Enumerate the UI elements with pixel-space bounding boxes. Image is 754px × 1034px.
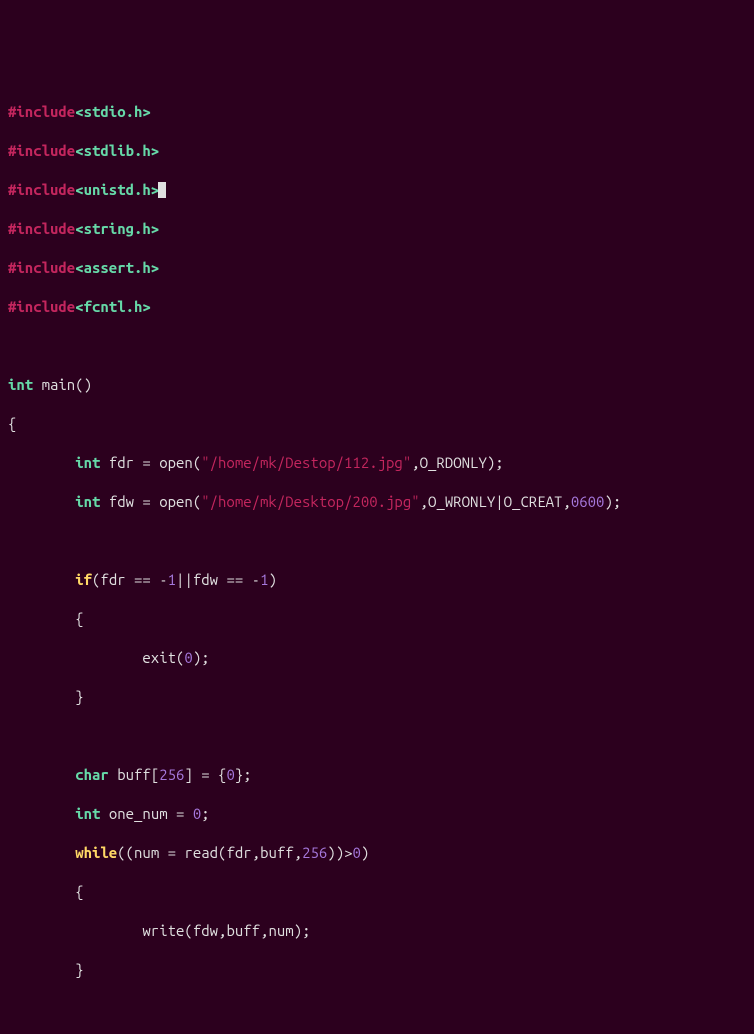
code-line: { xyxy=(8,609,746,629)
blank-line xyxy=(8,726,746,746)
type-keyword: int xyxy=(75,805,100,822)
type-keyword: int xyxy=(8,376,33,393)
code-line: if(fdr == -1||fdw == -1) xyxy=(8,570,746,590)
brace-open: { xyxy=(75,883,83,900)
code-line: #include<stdlib.h> xyxy=(8,141,746,161)
type-keyword: char xyxy=(75,766,109,783)
control-keyword: while xyxy=(75,844,117,861)
func-call: open xyxy=(159,454,193,471)
func-call: open xyxy=(159,493,193,510)
func-call: exit xyxy=(142,649,176,666)
preproc-directive: #include xyxy=(8,220,75,237)
include-header: <unistd.h> xyxy=(75,181,159,198)
constant: O_RDONLY xyxy=(420,454,487,471)
preproc-directive: #include xyxy=(8,103,75,120)
number-literal: 0600 xyxy=(571,493,605,510)
parens: () xyxy=(75,376,92,393)
code-line: exit(0); xyxy=(8,648,746,668)
brace-open: { xyxy=(75,610,83,627)
code-line: int main() xyxy=(8,375,746,395)
string-literal: "/home/mk/Destop/112.jpg" xyxy=(201,454,411,471)
code-line: int fdr = open("/home/mk/Destop/112.jpg"… xyxy=(8,453,746,473)
code-line: #include<stdio.h> xyxy=(8,102,746,122)
code-line: #include<string.h> xyxy=(8,219,746,239)
include-header: <fcntl.h> xyxy=(75,298,151,315)
include-header: <stdio.h> xyxy=(75,103,151,120)
code-line: char buff[256] = {0}; xyxy=(8,765,746,785)
code-line: #include<assert.h> xyxy=(8,258,746,278)
preproc-directive: #include xyxy=(8,142,75,159)
code-line: { xyxy=(8,414,746,434)
func-call: write xyxy=(142,922,184,939)
blank-line xyxy=(8,999,746,1019)
code-line: } xyxy=(8,687,746,707)
brace-close: } xyxy=(75,961,83,978)
code-line: { xyxy=(8,882,746,902)
text-cursor xyxy=(158,182,166,198)
code-line: int fdw = open("/home/mk/Desktop/200.jpg… xyxy=(8,492,746,512)
func-name: main xyxy=(33,376,75,393)
include-header: <string.h> xyxy=(75,220,159,237)
include-header: <assert.h> xyxy=(75,259,159,276)
include-header: <stdlib.h> xyxy=(75,142,159,159)
brace-close: } xyxy=(75,688,83,705)
code-line: write(fdw,buff,num); xyxy=(8,921,746,941)
code-line: #include<unistd.h> xyxy=(8,180,746,200)
func-call: read xyxy=(184,844,218,861)
code-line: } xyxy=(8,960,746,980)
preproc-directive: #include xyxy=(8,259,75,276)
code-line: #include<fcntl.h> xyxy=(8,297,746,317)
preproc-directive: #include xyxy=(8,181,75,198)
code-line: while((num = read(fdr,buff,256))>0) xyxy=(8,843,746,863)
type-keyword: int xyxy=(75,454,100,471)
code-line: int one_num = 0; xyxy=(8,804,746,824)
control-keyword: if xyxy=(75,571,92,588)
string-literal: "/home/mk/Desktop/200.jpg" xyxy=(201,493,419,510)
preproc-directive: #include xyxy=(8,298,75,315)
blank-line xyxy=(8,531,746,551)
type-keyword: int xyxy=(75,493,100,510)
constant: O_WRONLY|O_CREAT xyxy=(428,493,562,510)
blank-line xyxy=(8,336,746,356)
code-editor[interactable]: #include<stdio.h> #include<stdlib.h> #in… xyxy=(8,82,746,1034)
brace-open: { xyxy=(8,415,16,432)
